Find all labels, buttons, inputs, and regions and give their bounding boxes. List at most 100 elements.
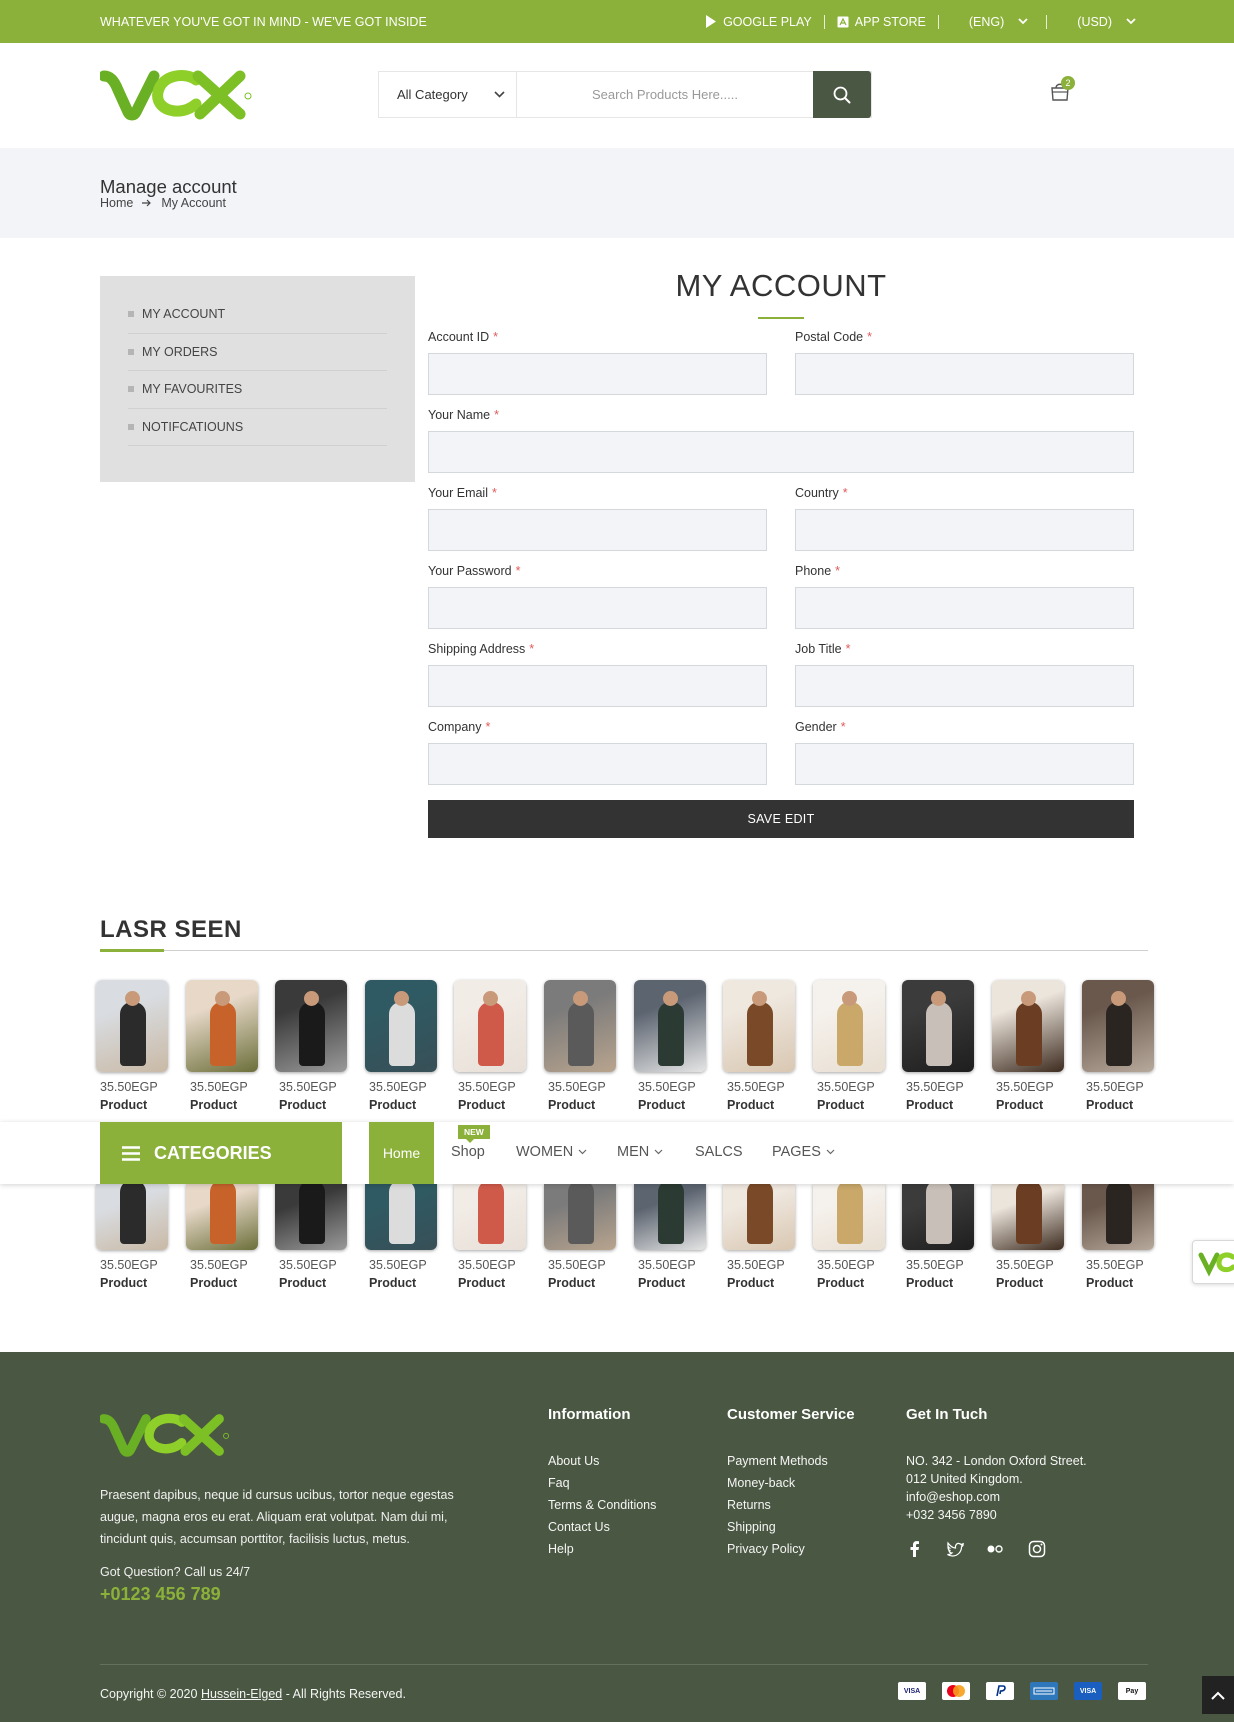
phone-input[interactable] [795,587,1134,629]
product-name[interactable]: Product [458,1276,505,1290]
footer-link-privacy[interactable]: Privacy Policy [727,1542,805,1556]
floating-logo-widget[interactable] [1192,1240,1234,1284]
footer-email[interactable]: info@eshop.com [906,1490,1000,1504]
sidebar-item-notifications[interactable]: NOTIFCATIOUNS [128,409,387,446]
nav-men[interactable]: MEN [617,1144,663,1160]
sidebar-item-my-account[interactable]: MY ACCOUNT [128,296,387,334]
name-input[interactable] [428,431,1134,473]
product-card[interactable] [186,980,258,1072]
product-image[interactable] [96,980,168,1072]
product-name[interactable]: Product [996,1098,1043,1112]
flickr-icon[interactable] [986,1540,1004,1558]
account-id-input[interactable] [428,353,767,395]
product-image[interactable] [96,1184,168,1250]
category-select[interactable]: All Category [379,72,517,117]
currency-dropdown[interactable]: (USD) [1047,15,1154,29]
vox-logo[interactable] [100,66,255,124]
footer-link-returns[interactable]: Returns [727,1498,771,1512]
product-image[interactable] [723,1184,795,1250]
product-name[interactable]: Product [817,1276,864,1290]
product-name[interactable]: Product [817,1098,864,1112]
product-image[interactable] [902,1184,974,1250]
footer-link-money-back[interactable]: Money-back [727,1476,795,1490]
shipping-address-input[interactable] [428,665,767,707]
product-name[interactable]: Product [190,1098,237,1112]
footer-link-shipping[interactable]: Shipping [727,1520,776,1534]
product-name[interactable]: Product [906,1276,953,1290]
sidebar-item-my-favourites[interactable]: MY FAVOURITES [128,371,387,409]
product-image[interactable] [365,1184,437,1250]
nav-home[interactable]: Home [369,1122,434,1184]
product-name[interactable]: Product [638,1098,685,1112]
nav-sales[interactable]: SALCS [695,1144,743,1160]
footer-link-faq[interactable]: Faq [548,1476,570,1490]
footer-phone[interactable]: +0123 456 789 [100,1584,221,1605]
sidebar-item-my-orders[interactable]: MY ORDERS [128,334,387,371]
product-image[interactable] [634,1184,706,1250]
footer-link-about[interactable]: About Us [548,1454,599,1468]
product-card[interactable] [96,980,168,1072]
product-card[interactable] [634,980,706,1072]
product-image[interactable] [544,1184,616,1250]
product-card[interactable] [902,980,974,1072]
product-name[interactable]: Product [100,1276,147,1290]
product-name[interactable]: Product [1086,1098,1133,1112]
job-title-input[interactable] [795,665,1134,707]
footer-vox-logo[interactable] [100,1410,232,1460]
product-image[interactable] [992,980,1064,1072]
product-name[interactable]: Product [369,1276,416,1290]
product-image[interactable] [1082,980,1154,1072]
company-input[interactable] [428,743,767,785]
product-name[interactable]: Product [279,1098,326,1112]
search-button[interactable] [813,71,871,118]
postal-code-input[interactable] [795,353,1134,395]
copyright-author-link[interactable]: Hussein-Elged [201,1687,282,1701]
product-card[interactable] [365,980,437,1072]
product-image[interactable] [454,1184,526,1250]
instagram-icon[interactable] [1028,1540,1046,1558]
product-name[interactable]: Product [548,1276,595,1290]
email-input[interactable] [428,509,767,551]
product-name[interactable]: Product [1086,1276,1133,1290]
footer-link-help[interactable]: Help [548,1542,574,1556]
product-image[interactable] [813,980,885,1072]
product-name[interactable]: Product [638,1276,685,1290]
product-image[interactable] [992,1184,1064,1250]
product-name[interactable]: Product [548,1098,595,1112]
twitter-icon[interactable] [946,1540,964,1558]
product-image[interactable] [275,1184,347,1250]
product-name[interactable]: Product [100,1098,147,1112]
product-image[interactable] [544,980,616,1072]
breadcrumb-home[interactable]: Home [100,196,133,210]
product-name[interactable]: Product [727,1098,774,1112]
product-name[interactable]: Product [996,1276,1043,1290]
product-image[interactable] [1082,1184,1154,1250]
product-card[interactable] [544,980,616,1072]
product-image[interactable] [634,980,706,1072]
footer-link-payment[interactable]: Payment Methods [727,1454,828,1468]
footer-contact-phone[interactable]: +032 3456 7890 [906,1508,997,1522]
product-image[interactable] [186,1184,258,1250]
password-input[interactable] [428,587,767,629]
product-image[interactable] [275,980,347,1072]
product-name[interactable]: Product [369,1098,416,1112]
language-dropdown[interactable]: (ENG) [939,14,1048,29]
app-store-link[interactable]: APP STORE [825,14,939,29]
product-name[interactable]: Product [906,1098,953,1112]
product-name[interactable]: Product [279,1276,326,1290]
product-name[interactable]: Product [190,1276,237,1290]
product-image[interactable] [902,980,974,1072]
product-image[interactable] [813,1184,885,1250]
google-play-link[interactable]: GOOGLE PLAY [693,14,825,29]
product-name[interactable]: Product [727,1276,774,1290]
country-input[interactable] [795,509,1134,551]
gender-input[interactable] [795,743,1134,785]
nav-shop[interactable]: Shop [451,1144,485,1160]
product-image[interactable] [454,980,526,1072]
product-card[interactable] [454,980,526,1072]
facebook-icon[interactable] [906,1540,924,1558]
product-name[interactable]: Product [458,1098,505,1112]
search-input[interactable] [517,72,813,117]
product-card[interactable] [992,980,1064,1072]
product-card[interactable] [275,980,347,1072]
